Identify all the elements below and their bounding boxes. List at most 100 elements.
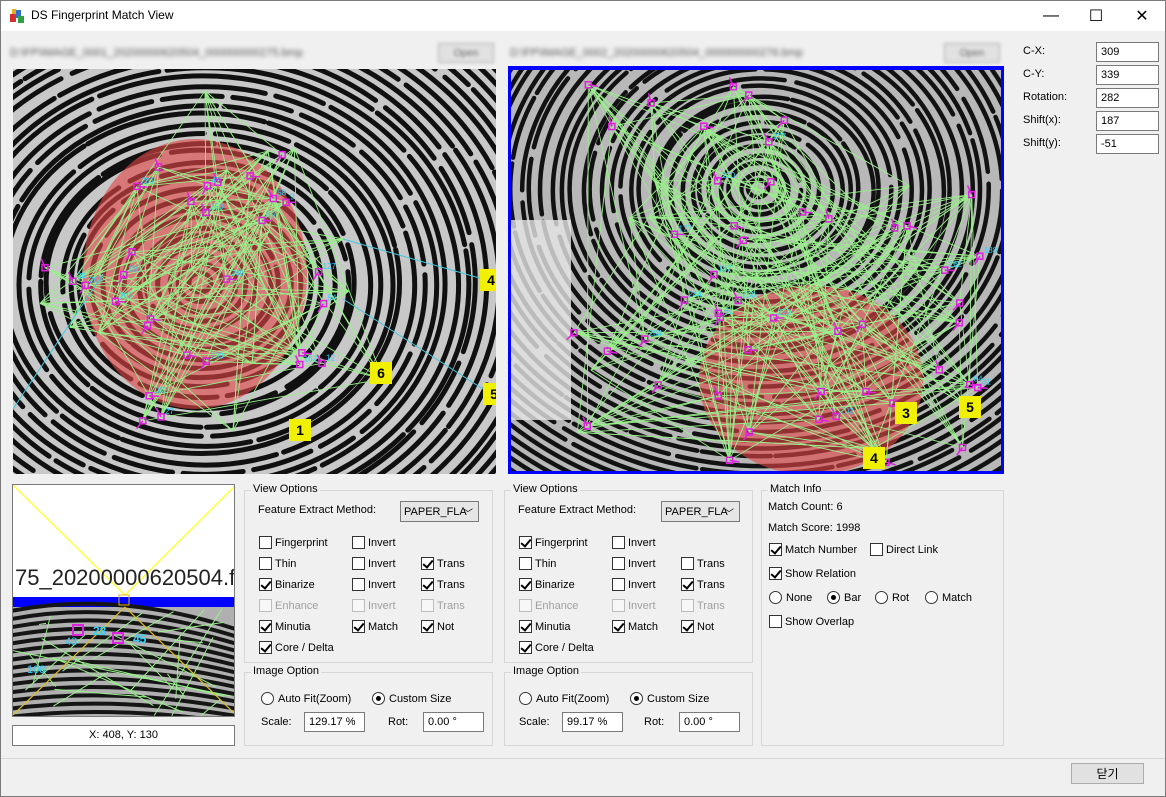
right-open-button[interactable]: Open xyxy=(944,43,1000,63)
right-rot-field[interactable]: 0.00 ° xyxy=(679,712,740,732)
left-open-button[interactable]: Open xyxy=(438,43,494,63)
relation-rot-radio[interactable]: Rot xyxy=(875,591,909,604)
minutia-id: 27 xyxy=(165,407,174,416)
relation-none-radio[interactable]: None xyxy=(769,591,812,604)
minutia-id: 162 xyxy=(949,260,963,269)
cx-field[interactable]: 309 xyxy=(1096,42,1159,62)
right-custom-size-radio[interactable]: Custom Size xyxy=(630,692,709,705)
left-fingerprint-view[interactable]: 9 110 12 69 47 58 249 54 27 100 127 250 201 233 36 207 2… xyxy=(13,69,496,474)
relation-bar-label: Bar xyxy=(844,591,862,604)
left-rot-field[interactable]: 0.00 ° xyxy=(423,712,484,732)
chevron-down-icon: ﹀ xyxy=(724,509,734,520)
match-info-group: Match Info Match Count: 6 Match Score: 1… xyxy=(761,483,1004,746)
radio-dot xyxy=(630,692,643,705)
checkbox-box xyxy=(421,599,434,612)
checkbox-box xyxy=(421,620,434,633)
right-option-checkbox[interactable]: Trans xyxy=(681,557,725,570)
right-option-checkbox[interactable]: Not xyxy=(681,620,714,633)
right-option-checkbox[interactable]: Trans xyxy=(681,578,725,591)
left-option-checkbox: Enhance xyxy=(259,599,318,612)
maximize-button[interactable]: ☐ xyxy=(1073,0,1119,31)
right-option-checkbox[interactable]: Invert xyxy=(612,536,656,549)
shift-y-field[interactable]: -51 xyxy=(1096,134,1159,154)
left-option-checkbox[interactable]: Fingerprint xyxy=(259,536,328,549)
shift-x-field[interactable]: 187 xyxy=(1096,111,1159,131)
left-option-checkbox[interactable]: Match xyxy=(352,620,398,633)
right-option-checkbox[interactable]: Invert xyxy=(612,557,656,570)
right-option-checkbox[interactable]: Fingerprint xyxy=(519,536,588,549)
left-option-checkbox[interactable]: Thin xyxy=(259,557,296,570)
left-scale-field[interactable]: 129.17 % xyxy=(304,712,365,732)
window-title: DS Fingerprint Match View xyxy=(31,8,174,22)
right-option-checkbox[interactable]: Core / Delta xyxy=(519,641,594,654)
left-option-checkbox[interactable]: Not xyxy=(421,620,454,633)
left-fingerprint-canvas: 9110126947582495427100127250201233362072… xyxy=(13,69,496,474)
close-dialog-button[interactable]: 닫기 xyxy=(1071,763,1144,784)
left-option-checkbox[interactable]: Invert xyxy=(352,536,396,549)
right-scale-field[interactable]: 99.17 % xyxy=(562,712,623,732)
right-option-checkbox[interactable]: Minutia xyxy=(519,620,570,633)
right-fingerprint-canvas: 2292442771771882021621872508461120312043… xyxy=(511,70,1001,471)
right-method-select[interactable]: PAPER_FLA ﹀ xyxy=(661,501,740,522)
left-option-checkbox[interactable]: Invert xyxy=(352,557,396,570)
right-view-options-group: View Options Feature Extract Method: PAP… xyxy=(504,483,753,663)
show-relation-checkbox[interactable]: Show Relation xyxy=(769,567,856,580)
magnifier-view[interactable]: 75_20200000620504.fc 28 45 43 108 xyxy=(12,484,235,717)
minutia-id: 233 xyxy=(210,351,224,360)
checkbox-box xyxy=(519,578,532,591)
checkbox-box xyxy=(259,578,272,591)
magnifier-id: 43 xyxy=(65,636,77,648)
left-method-select[interactable]: PAPER_FLA ﹀ xyxy=(400,501,479,522)
left-path-text: D:\FP\IMAGE_0001_20200000620504_00000000… xyxy=(10,47,303,59)
checkbox-box xyxy=(612,599,625,612)
match-number-text: 5 xyxy=(490,386,496,402)
left-option-checkbox: Trans xyxy=(421,599,465,612)
left-option-checkbox[interactable]: Invert xyxy=(352,578,396,591)
magnifier-canvas: 75_20200000620504.fc 28 45 43 108 xyxy=(13,485,234,716)
checkbox-box xyxy=(519,641,532,654)
match-number-label: 1 xyxy=(289,419,311,441)
right-auto-fit-radio[interactable]: Auto Fit(Zoom) xyxy=(519,692,609,705)
print-edge xyxy=(511,220,571,420)
left-option-checkbox[interactable]: Minutia xyxy=(259,620,310,633)
minutia-id: 177 xyxy=(679,224,693,233)
radio-dot xyxy=(925,591,938,604)
right-fingerprint-view[interactable]: 229 244 277 177 188 202 162 187 250 84 61 120 31 204 3… xyxy=(508,66,1004,474)
minimize-button[interactable]: — xyxy=(1028,0,1074,31)
right-image-option-group: Image Option Auto Fit(Zoom) Custom Size … xyxy=(504,665,753,746)
radio-dot xyxy=(372,692,385,705)
checkbox-box xyxy=(681,578,694,591)
match-number-label: 5 xyxy=(483,383,496,405)
right-option-checkbox[interactable]: Invert xyxy=(612,578,656,591)
relation-bar-radio[interactable]: Bar xyxy=(827,591,861,604)
rotation-field[interactable]: 282 xyxy=(1096,88,1159,108)
left-option-checkbox[interactable]: Trans xyxy=(421,578,465,591)
right-option-checkbox[interactable]: Thin xyxy=(519,557,556,570)
show-overlap-checkbox[interactable]: Show Overlap xyxy=(769,615,854,628)
match-number-text: 1 xyxy=(296,422,304,438)
match-number-checkbox[interactable]: Match Number xyxy=(769,543,857,556)
right-custom-size-label: Custom Size xyxy=(647,692,710,705)
left-image-option-group: Image Option Auto Fit(Zoom) Custom Size … xyxy=(244,665,493,746)
right-option-checkbox[interactable]: Binarize xyxy=(519,578,575,591)
direct-link-checkbox[interactable]: Direct Link xyxy=(870,543,938,556)
left-option-checkbox[interactable]: Binarize xyxy=(259,578,315,591)
app-icon xyxy=(9,8,25,24)
minutia-id: 162 xyxy=(304,355,318,364)
right-option-checkbox: Enhance xyxy=(519,599,578,612)
left-option-checkbox[interactable]: Core / Delta xyxy=(259,641,334,654)
left-auto-fit-radio[interactable]: Auto Fit(Zoom) xyxy=(261,692,351,705)
right-rot-label: Rot: xyxy=(644,716,665,728)
checkbox-box xyxy=(681,599,694,612)
close-window-button[interactable]: ✕ xyxy=(1119,0,1165,31)
left-option-checkbox[interactable]: Trans xyxy=(421,557,465,570)
left-custom-size-radio[interactable]: Custom Size xyxy=(372,692,451,705)
checkbox-box xyxy=(421,557,434,570)
cy-field[interactable]: 339 xyxy=(1096,65,1159,85)
left-option-label: Not xyxy=(437,620,455,633)
right-option-checkbox[interactable]: Match xyxy=(612,620,658,633)
rotation-label: Rotation: xyxy=(1023,91,1068,103)
relation-match-radio[interactable]: Match xyxy=(925,591,972,604)
relation-none-label: None xyxy=(786,591,813,604)
magnifier-id: 28 xyxy=(93,624,107,638)
